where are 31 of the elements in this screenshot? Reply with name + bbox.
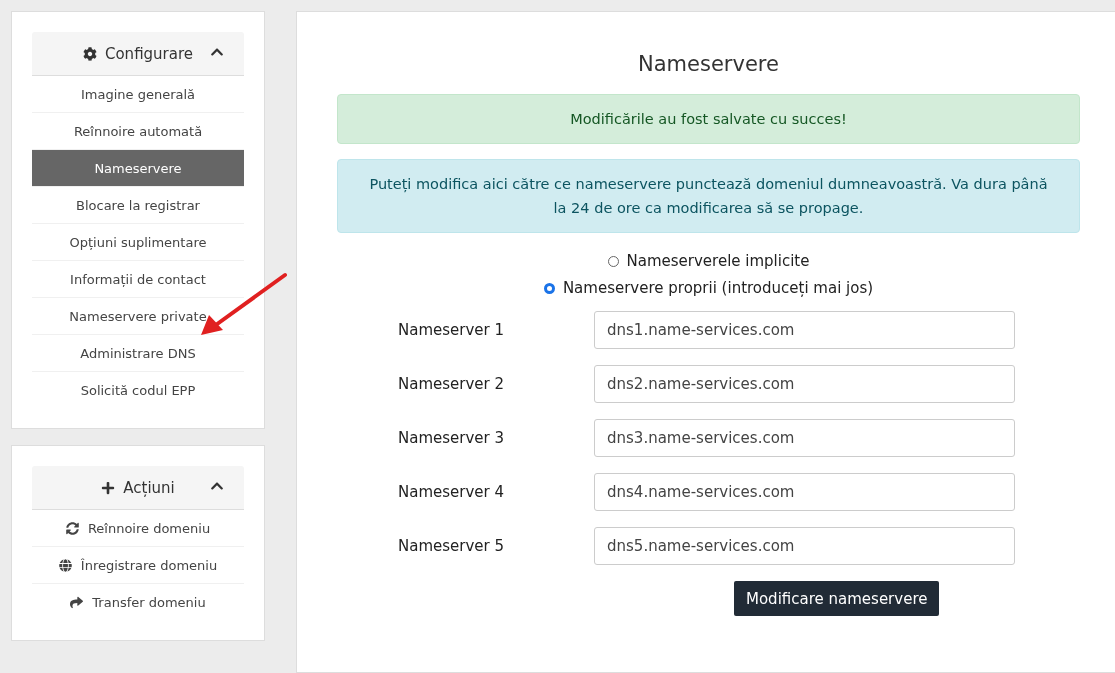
radio-button[interactable] xyxy=(607,255,619,267)
settings-icon xyxy=(82,46,97,61)
sidebar-item[interactable]: Nameservere xyxy=(32,150,244,187)
panel-header[interactable]: Configurare xyxy=(32,32,244,76)
sidebar-item-label: Înregistrare domeniu xyxy=(80,557,218,573)
panel-title: Acțiuni xyxy=(123,478,175,497)
plus-icon xyxy=(101,480,116,495)
globe-icon xyxy=(58,558,72,572)
radio-label: Nameservere proprii (introduceți mai jos) xyxy=(562,279,874,297)
input-field[interactable]: dns3.name-services.com xyxy=(594,419,1015,457)
success-alert: Modificările au fost salvate cu succes! xyxy=(337,94,1080,144)
input-field[interactable]: dns1.name-services.com xyxy=(594,311,1015,349)
field-label: Nameserver 3 xyxy=(398,429,506,447)
field-label: Nameserver 2 xyxy=(398,375,506,393)
info-alert: Puteți modifica aici către ce nameservere punctează domeniul dumneavoastră. Va dura până la 24 de ore ca modificarea să se propage. xyxy=(337,159,1080,233)
input-field[interactable]: dns2.name-services.com xyxy=(594,365,1015,403)
field-label: Nameserver 4 xyxy=(398,483,506,501)
sidebar-item-label: Transfer domeniu xyxy=(92,594,206,610)
field-label: Nameserver 1 xyxy=(398,321,506,339)
panel-header[interactable]: Acțiuni xyxy=(32,466,244,510)
refresh-icon xyxy=(65,521,79,535)
panel-title: Configurare xyxy=(104,44,194,63)
sidebar-item-label: Reînnoire domeniu xyxy=(87,520,211,536)
radio-button[interactable] xyxy=(543,282,555,294)
input-field[interactable]: dns4.name-services.com xyxy=(594,473,1015,511)
submit-button[interactable]: Modificare nameservere xyxy=(734,581,940,616)
field-label: Nameserver 5 xyxy=(398,537,506,555)
page-title: Nameservere xyxy=(637,52,780,76)
radio-label: Nameserverele implicite xyxy=(626,252,810,270)
input-field[interactable]: dns5.name-services.com xyxy=(594,527,1015,565)
share-arrow-icon xyxy=(70,595,84,609)
